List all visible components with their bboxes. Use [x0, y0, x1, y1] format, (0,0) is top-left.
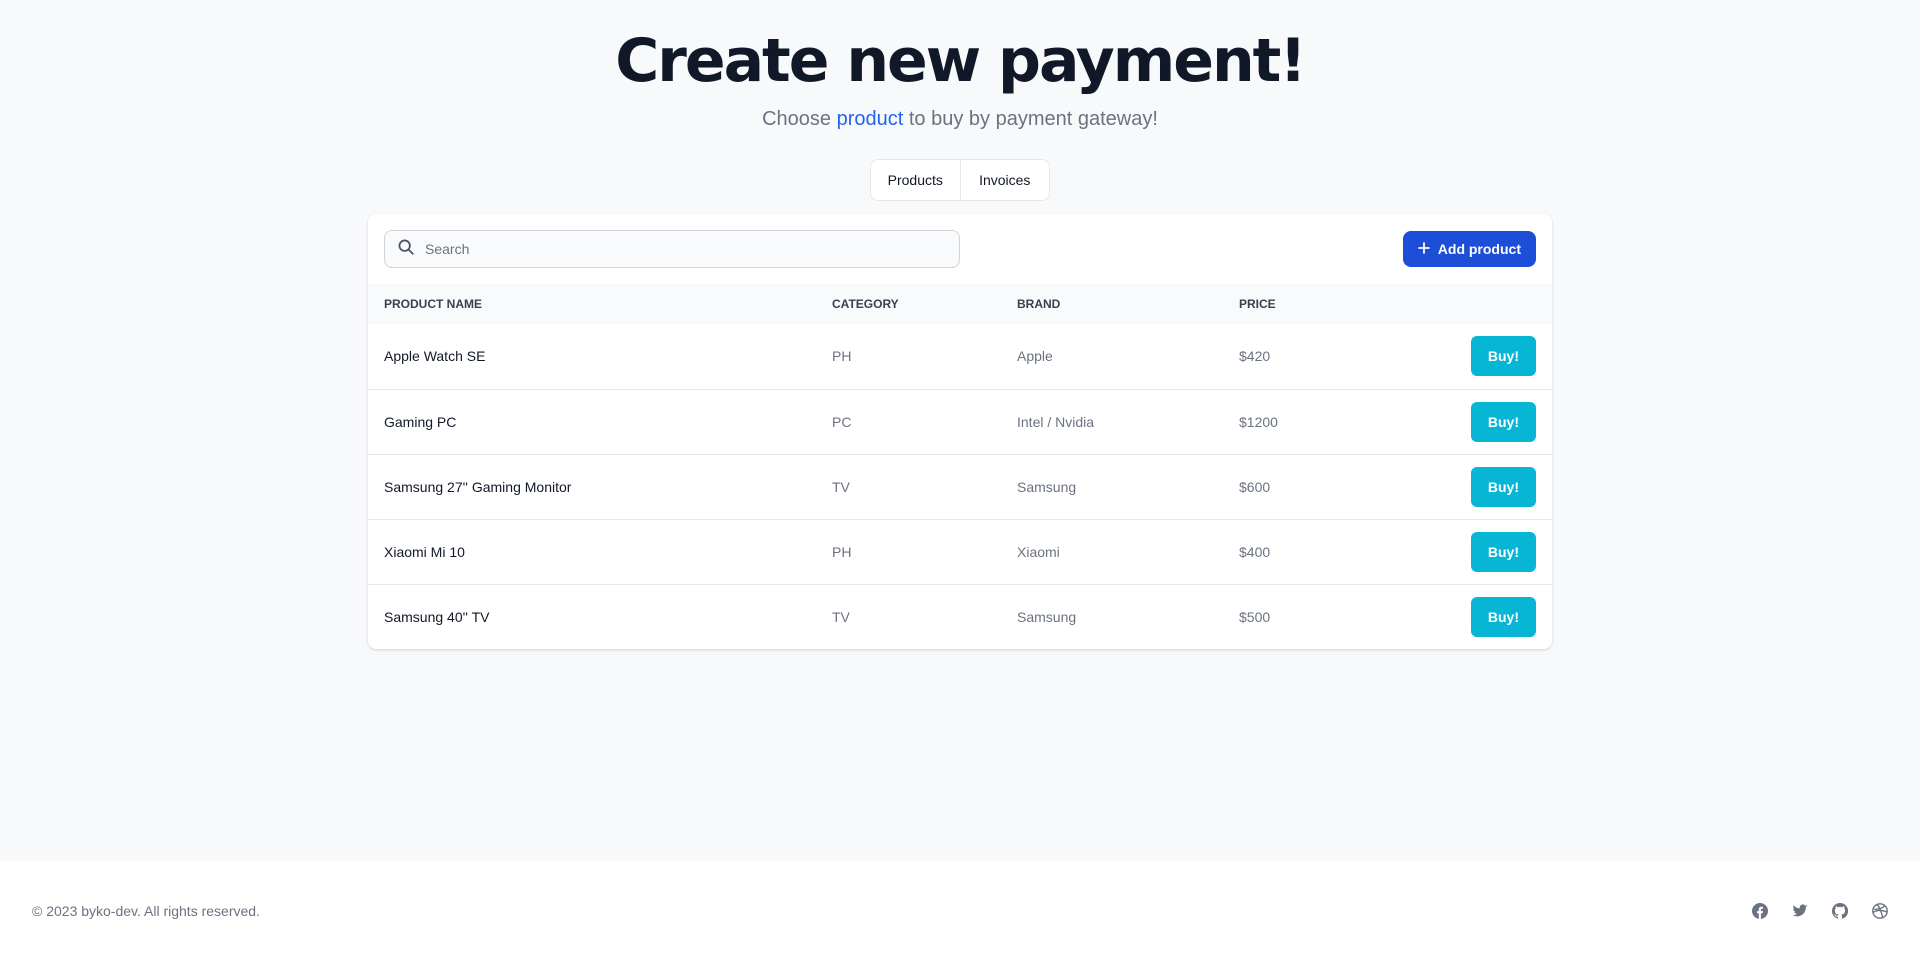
products-table: PRODUCT NAME CATEGORY BRAND PRICE Apple … — [368, 284, 1552, 649]
table-row: Samsung 27'' Gaming Monitor TV Samsung $… — [368, 454, 1552, 519]
price-cell: $400 — [1239, 543, 1271, 560]
hero: Create new payment! Choose product to bu… — [0, 0, 1920, 201]
category-cell: PC — [832, 413, 852, 430]
product-name-cell: Samsung 27'' Gaming Monitor — [384, 478, 572, 495]
product-link[interactable]: product — [837, 108, 904, 130]
plus-icon — [1417, 241, 1430, 257]
table-row: Samsung 40'' TV TV Samsung $500 Buy! — [368, 584, 1552, 649]
product-name-cell: Apple Watch SE — [384, 348, 486, 365]
column-header-action — [1362, 284, 1552, 324]
table-header-row: PRODUCT NAME CATEGORY BRAND PRICE — [368, 284, 1552, 324]
price-cell: $420 — [1239, 348, 1271, 365]
brand-cell: Samsung — [1017, 478, 1077, 495]
table-row: Apple Watch SE PH Apple $420 Buy! — [368, 324, 1552, 389]
brand-cell: Xiaomi — [1017, 543, 1060, 560]
action-cell: Buy! — [1362, 584, 1552, 649]
column-header-brand: BRAND — [1017, 297, 1061, 311]
column-header-price: PRICE — [1239, 297, 1276, 311]
column-header-category: CATEGORY — [832, 297, 899, 311]
action-cell: Buy! — [1362, 324, 1552, 389]
table-toolbar: Add product — [368, 214, 1552, 284]
subtitle-text-end: to buy by payment gateway! — [903, 108, 1158, 130]
search-box[interactable] — [384, 230, 960, 268]
search-input[interactable] — [425, 241, 925, 257]
footer: © 2023 byko-dev. All rights reserved. — [0, 861, 1920, 961]
action-cell: Buy! — [1362, 519, 1552, 584]
products-card: Add product PRODUCT NAME CATEGORY BRAND … — [368, 214, 1552, 649]
category-cell: TV — [832, 608, 850, 625]
view-tabs: Products Invoices — [870, 159, 1050, 201]
dribbble-icon[interactable] — [1872, 903, 1888, 919]
buy-button[interactable]: Buy! — [1470, 401, 1536, 442]
brand-cell: Intel / Nvidia — [1017, 413, 1095, 430]
page-title: Create new payment! — [615, 26, 1306, 96]
product-name-cell: Gaming PC — [384, 413, 457, 430]
product-name-cell: Xiaomi Mi 10 — [384, 543, 465, 560]
buy-button[interactable]: Buy! — [1470, 466, 1536, 507]
product-name-cell: Samsung 40'' TV — [384, 608, 490, 625]
page-subtitle: Choose product to buy by payment gateway… — [0, 106, 1920, 132]
facebook-icon[interactable] — [1752, 903, 1768, 919]
add-product-button[interactable]: Add product — [1402, 231, 1536, 267]
add-product-label: Add product — [1437, 241, 1521, 257]
price-cell: $600 — [1239, 478, 1271, 495]
buy-button[interactable]: Buy! — [1470, 336, 1536, 377]
brand-cell: Apple — [1017, 348, 1053, 365]
price-cell: $500 — [1239, 608, 1271, 625]
category-cell: PH — [832, 348, 852, 365]
tab-invoices[interactable]: Invoices — [959, 160, 1050, 200]
subtitle-text-start: Choose — [762, 108, 837, 130]
social-links — [1752, 903, 1888, 919]
column-header-product-name: PRODUCT NAME — [384, 297, 482, 311]
tab-products[interactable]: Products — [871, 160, 960, 200]
table-row: Xiaomi Mi 10 PH Xiaomi $400 Buy! — [368, 519, 1552, 584]
github-icon[interactable] — [1832, 903, 1848, 919]
twitter-icon[interactable] — [1792, 903, 1808, 919]
action-cell: Buy! — [1362, 454, 1552, 519]
brand-cell: Samsung — [1017, 608, 1077, 625]
search-icon — [397, 238, 415, 261]
copyright-text: © 2023 byko-dev. All rights reserved. — [32, 903, 260, 919]
category-cell: TV — [832, 478, 850, 495]
price-cell: $1200 — [1239, 413, 1278, 430]
table-row: Gaming PC PC Intel / Nvidia $1200 Buy! — [368, 389, 1552, 454]
buy-button[interactable]: Buy! — [1470, 531, 1536, 572]
category-cell: PH — [832, 543, 852, 560]
action-cell: Buy! — [1362, 389, 1552, 454]
buy-button[interactable]: Buy! — [1470, 596, 1536, 637]
